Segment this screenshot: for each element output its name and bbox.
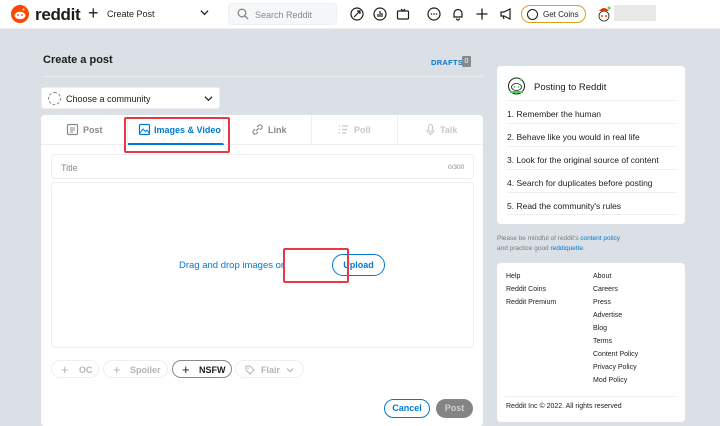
- footer-link-coins[interactable]: Reddit Coins: [506, 286, 546, 293]
- footer-links-card: Help Reddit Coins Reddit Premium About C…: [497, 263, 685, 422]
- footer-link-help[interactable]: Help: [506, 273, 520, 280]
- chat-icon[interactable]: [427, 7, 441, 21]
- title-divider: [43, 76, 483, 77]
- drag-drop-text: Drag and drop images or: [179, 260, 285, 271]
- tab-post[interactable]: Post: [41, 115, 128, 145]
- posting-rules-card: Posting to Reddit 1. Remember the human …: [497, 66, 685, 224]
- title-char-counter: 0/300: [448, 164, 465, 171]
- tab-talk-label: Talk: [440, 125, 458, 135]
- chevron-down-icon: [286, 368, 294, 373]
- rule-item: 2. Behave like you would in real life: [507, 123, 677, 146]
- cancel-button[interactable]: Cancel: [384, 399, 430, 418]
- nsfw-label: NSFW: [199, 365, 226, 375]
- username-redacted: [614, 5, 656, 21]
- footer-link-careers[interactable]: Careers: [593, 286, 618, 293]
- rule-item: 5. Read the community's rules: [507, 192, 677, 215]
- reddiquette-link[interactable]: reddiquette.: [551, 245, 585, 252]
- copyright-text: Reddit Inc © 2022. All rights reserved: [506, 403, 622, 410]
- tab-talk[interactable]: Talk: [398, 115, 483, 145]
- highlight-box-images-tab: [124, 117, 230, 153]
- post-icon: [66, 123, 79, 136]
- footer-link-press[interactable]: Press: [593, 299, 611, 306]
- post-type-tabs: Post Images & Video Link Poll Talk: [41, 115, 483, 145]
- page-title: Create a post: [43, 54, 113, 66]
- rule-item: 1. Remember the human: [507, 100, 677, 123]
- footer-link-content-policy[interactable]: Content Policy: [593, 351, 638, 358]
- plus-icon[interactable]: [475, 7, 489, 21]
- content-policy-notice: Please be mindful of reddit's content po…: [497, 234, 620, 254]
- plus-icon: +: [61, 362, 69, 377]
- create-post-label[interactable]: Create Post: [107, 9, 155, 19]
- drafts-link[interactable]: DRAFTS: [431, 58, 463, 67]
- stats-icon[interactable]: [373, 7, 387, 21]
- chevron-down-icon: [204, 96, 213, 102]
- community-select-label: Choose a community: [66, 94, 151, 104]
- poll-icon: [339, 125, 348, 134]
- link-icon: [252, 124, 263, 135]
- rule-item: 4. Search for duplicates before posting: [507, 169, 677, 192]
- oc-label: OC: [79, 365, 93, 375]
- footer-divider: [505, 396, 677, 397]
- reddit-wordmark[interactable]: reddit: [35, 5, 81, 25]
- footer-link-terms[interactable]: Terms: [593, 338, 612, 345]
- mindful-text-2: and practice good: [497, 245, 549, 252]
- search-icon: [237, 8, 249, 20]
- search-bar[interactable]: Search Reddit: [228, 3, 337, 25]
- nsfw-button[interactable]: + NSFW: [172, 360, 232, 378]
- video-icon[interactable]: [396, 7, 410, 21]
- popular-icon[interactable]: [350, 7, 364, 21]
- footer-link-about[interactable]: About: [593, 273, 611, 280]
- footer-link-blog[interactable]: Blog: [593, 325, 607, 332]
- footer-link-premium[interactable]: Reddit Premium: [506, 299, 556, 306]
- tab-poll[interactable]: Poll: [312, 115, 398, 145]
- flair-button[interactable]: Flair: [235, 360, 304, 378]
- community-select[interactable]: Choose a community: [41, 87, 220, 109]
- tab-link-label: Link: [268, 125, 287, 135]
- coin-icon: [527, 9, 538, 20]
- top-header: reddit + Create Post Search Reddit Get C…: [0, 0, 720, 29]
- plus-icon[interactable]: +: [88, 3, 99, 24]
- megaphone-icon[interactable]: [499, 7, 513, 21]
- spoiler-label: Spoiler: [130, 365, 161, 375]
- post-editor-card: Post Images & Video Link Poll Talk Title…: [41, 115, 483, 426]
- bell-icon[interactable]: [451, 7, 465, 21]
- tag-icon: [245, 365, 255, 375]
- flair-label: Flair: [261, 365, 281, 375]
- mic-icon: [426, 123, 435, 135]
- post-button[interactable]: Post: [436, 399, 473, 418]
- get-coins-button[interactable]: Get Coins: [521, 5, 586, 23]
- tab-post-label: Post: [83, 125, 103, 135]
- drafts-count-badge[interactable]: 0: [462, 56, 471, 67]
- title-input[interactable]: Title 0/300: [51, 154, 474, 179]
- content-policy-link[interactable]: content policy: [580, 235, 620, 242]
- tab-link[interactable]: Link: [224, 115, 312, 145]
- get-coins-label: Get Coins: [543, 10, 579, 19]
- title-placeholder: Title: [61, 163, 78, 173]
- highlight-box-upload: [283, 248, 349, 283]
- plus-icon: +: [113, 362, 121, 377]
- user-avatar-icon[interactable]: [596, 4, 612, 24]
- oc-button[interactable]: + OC: [51, 360, 99, 378]
- tab-poll-label: Poll: [354, 125, 371, 135]
- footer-link-privacy-policy[interactable]: Privacy Policy: [593, 364, 637, 371]
- reddit-logo-icon[interactable]: [11, 5, 29, 23]
- chevron-down-icon[interactable]: [200, 8, 209, 17]
- plus-icon: +: [182, 362, 190, 377]
- rules-title: Posting to Reddit: [534, 82, 607, 93]
- footer-link-mod-policy[interactable]: Mod Policy: [593, 377, 627, 384]
- community-placeholder-icon: [48, 92, 61, 105]
- footer-link-advertise[interactable]: Advertise: [593, 312, 622, 319]
- mindful-text: Please be mindful of reddit's: [497, 235, 579, 242]
- media-drop-zone[interactable]: Drag and drop images or Upload: [51, 182, 474, 348]
- rule-item: 3. Look for the original source of conte…: [507, 146, 677, 169]
- spoiler-button[interactable]: + Spoiler: [103, 360, 168, 378]
- snoo-icon: [508, 77, 525, 95]
- search-input[interactable]: Search Reddit: [255, 10, 312, 20]
